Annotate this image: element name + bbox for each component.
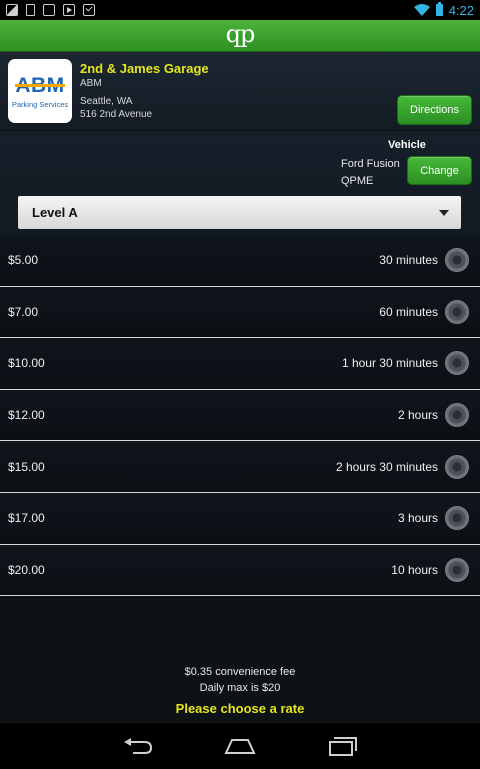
app-logo: qp (225, 19, 256, 48)
vehicle-plate: QPME (341, 175, 374, 187)
rate-radio-button[interactable] (445, 557, 469, 582)
rate-row[interactable]: $10.00 1 hour 30 minutes (0, 338, 480, 390)
rate-price: $7.00 (8, 304, 39, 319)
vehicle-title: Vehicle (388, 139, 426, 151)
change-vehicle-button[interactable]: Change (407, 156, 472, 185)
garage-name: 2nd & James Garage (80, 61, 209, 76)
dropdown-caret-icon (439, 210, 449, 216)
recent-apps-icon[interactable] (328, 735, 358, 757)
garage-header: ABM Parking Services 2nd & James Garage … (0, 52, 480, 131)
rate-duration: 1 hour 30 minutes (341, 356, 438, 371)
rate-radio-button[interactable] (445, 248, 469, 273)
check-notification-icon (83, 4, 95, 16)
rate-price: $10.00 (8, 356, 45, 371)
vehicle-section: Vehicle Ford Fusion QPME Change Level A (0, 131, 480, 235)
garage-city: Seattle, WA (80, 96, 133, 107)
wifi-icon (413, 4, 430, 16)
rate-price: $17.00 (8, 511, 45, 526)
rate-duration: 60 minutes (379, 304, 438, 319)
rate-radio-button[interactable] (445, 454, 469, 479)
choose-rate-prompt: Please choose a rate (175, 701, 305, 716)
garage-operator: ABM (80, 78, 102, 89)
convenience-fee-text: $0.35 convenience fee (184, 666, 296, 678)
level-dropdown-value: Level A (32, 205, 78, 220)
system-nav-bar (0, 723, 480, 769)
rate-row[interactable]: $20.00 10 hours (0, 544, 480, 597)
app-title-bar: qp (0, 20, 480, 52)
daily-max-text: Daily max is $20 (199, 682, 281, 694)
rate-price: $20.00 (8, 562, 45, 577)
back-icon[interactable] (123, 737, 153, 755)
rate-duration: 30 minutes (379, 253, 438, 268)
battery-icon (435, 2, 443, 16)
operator-logo: ABM Parking Services (8, 59, 72, 123)
rate-list: $5.00 30 minutes $7.00 60 minutes $10.00… (0, 235, 480, 597)
rate-row[interactable]: $15.00 2 hours 30 minutes (0, 441, 480, 493)
rate-price: $15.00 (8, 459, 45, 474)
rate-footer: $0.35 convenience fee Daily max is $20 P… (0, 597, 480, 723)
garage-address: 516 2nd Avenue (80, 109, 153, 120)
status-clock: 4:22 (448, 2, 474, 18)
rate-radio-button[interactable] (445, 506, 469, 531)
rate-row[interactable]: $5.00 30 minutes (0, 235, 480, 287)
home-icon[interactable] (224, 737, 256, 755)
rate-radio-button[interactable] (445, 299, 469, 324)
rate-row[interactable]: $7.00 60 minutes (0, 286, 480, 339)
rate-row[interactable]: $12.00 2 hours (0, 389, 480, 442)
phone-notification-icon (26, 4, 35, 16)
rate-radio-button[interactable] (445, 403, 469, 428)
vehicle-model: Ford Fusion (341, 158, 400, 170)
notification-icons (6, 4, 95, 16)
rate-row[interactable]: $17.00 3 hours (0, 492, 480, 545)
directions-button[interactable]: Directions (397, 95, 472, 125)
rate-duration: 2 hours (397, 408, 438, 423)
rate-radio-button[interactable] (445, 351, 469, 376)
play-notification-icon (63, 4, 75, 16)
camera-notification-icon (43, 4, 55, 16)
level-dropdown[interactable]: Level A (18, 196, 461, 229)
rate-price: $12.00 (8, 408, 45, 423)
rate-duration: 2 hours 30 minutes (335, 459, 438, 474)
image-notification-icon (6, 4, 18, 16)
rate-duration: 3 hours (397, 511, 438, 526)
status-bar: 4:22 (0, 0, 480, 20)
operator-logo-subtext: Parking Services (11, 99, 69, 109)
rate-duration: 10 hours (391, 562, 438, 577)
rate-price: $5.00 (8, 253, 39, 268)
